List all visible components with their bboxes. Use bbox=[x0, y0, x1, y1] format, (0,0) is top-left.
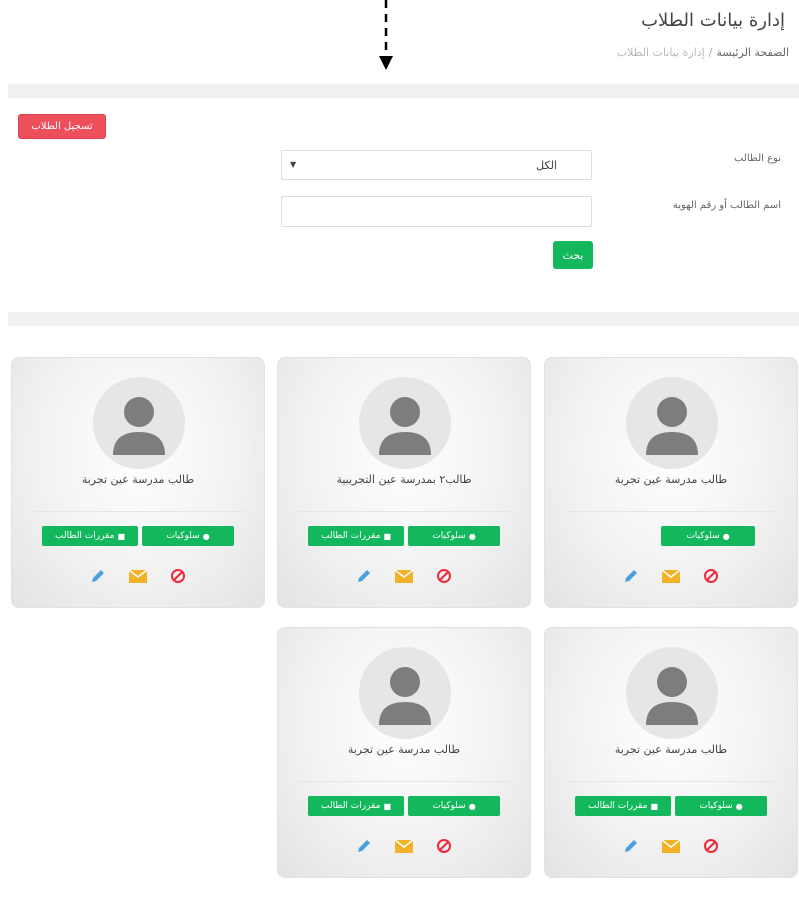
behaviors-label: سلوكيات bbox=[432, 531, 466, 541]
avatar-placeholder-icon bbox=[359, 377, 451, 469]
avatar-placeholder-icon bbox=[626, 377, 718, 469]
dashed-down-arrow-icon bbox=[379, 0, 393, 70]
student-card: طالب مدرسة عين تجربة ● سلوكيات bbox=[544, 357, 798, 608]
behaviors-label: سلوكيات bbox=[432, 801, 466, 811]
book-icon: ■ bbox=[383, 531, 392, 541]
pencil-icon[interactable] bbox=[355, 568, 373, 584]
envelope-icon[interactable] bbox=[662, 568, 680, 584]
breadcrumb: الصفحة الرئيسة / إدارة بيانات الطلاب bbox=[617, 46, 789, 59]
behaviors-label: سلوكيات bbox=[686, 531, 720, 541]
avatar-placeholder-icon bbox=[93, 377, 185, 469]
courses-label: مقررات الطالب bbox=[320, 801, 381, 811]
student-name: طالب مدرسة عين تجربة bbox=[614, 743, 728, 756]
student-name: طالب مدرسة عين تجربة bbox=[347, 743, 461, 756]
ban-icon[interactable] bbox=[435, 568, 453, 584]
book-icon: ■ bbox=[117, 531, 126, 541]
student-type-select[interactable]: الكل ▼ bbox=[281, 150, 592, 180]
student-type-value: الكل bbox=[536, 159, 557, 172]
behaviors-label: سلوكيات bbox=[166, 531, 200, 541]
card-actions bbox=[278, 568, 530, 584]
section-divider bbox=[8, 312, 799, 326]
envelope-icon[interactable] bbox=[662, 838, 680, 854]
user-icon: ● bbox=[722, 531, 730, 541]
envelope-icon[interactable] bbox=[395, 568, 413, 584]
behaviors-button[interactable]: ● سلوكيات bbox=[661, 526, 755, 546]
user-icon: ● bbox=[202, 531, 210, 541]
book-icon: ■ bbox=[650, 801, 659, 811]
student-courses-button[interactable]: ■ مقررات الطالب bbox=[308, 796, 404, 816]
user-icon: ● bbox=[468, 531, 476, 541]
student-courses-button[interactable]: ■ مقررات الطالب bbox=[308, 526, 404, 546]
student-card: طالب مدرسة عين تجربة ● سلوكيات ■ مقررات … bbox=[277, 627, 531, 878]
breadcrumb-home[interactable]: الصفحة الرئيسة bbox=[716, 46, 789, 59]
student-type-label: نوع الطالب bbox=[733, 153, 781, 164]
breadcrumb-separator: / bbox=[708, 46, 713, 59]
card-actions bbox=[545, 838, 797, 854]
user-icon: ● bbox=[468, 801, 476, 811]
student-name: طالب مدرسة عين تجربة bbox=[614, 473, 728, 486]
card-actions bbox=[278, 838, 530, 854]
page-title: إدارة بيانات الطلاب bbox=[641, 10, 785, 31]
user-icon: ● bbox=[735, 801, 743, 811]
behaviors-button[interactable]: ● سلوكيات bbox=[408, 526, 500, 546]
card-divider bbox=[565, 781, 777, 782]
breadcrumb-current: إدارة بيانات الطلاب bbox=[616, 46, 705, 59]
ban-icon[interactable] bbox=[702, 568, 720, 584]
courses-label: مقررات الطالب bbox=[54, 531, 115, 541]
card-divider bbox=[298, 511, 510, 512]
book-icon: ■ bbox=[383, 801, 392, 811]
search-button[interactable]: بحث bbox=[553, 241, 593, 269]
section-divider bbox=[8, 84, 799, 98]
student-name-label: اسم الطالب أو رقم الهوية bbox=[672, 200, 781, 211]
pencil-icon[interactable] bbox=[622, 838, 640, 854]
card-actions bbox=[545, 568, 797, 584]
student-card: طالب٢ بمدرسة عين التجريبية ● سلوكيات ■ م… bbox=[277, 357, 531, 608]
ban-icon[interactable] bbox=[435, 838, 453, 854]
student-name: طالب٢ بمدرسة عين التجريبية bbox=[336, 473, 472, 486]
avatar-placeholder-icon bbox=[359, 647, 451, 739]
card-actions bbox=[12, 568, 264, 584]
student-name: طالب مدرسة عين تجربة bbox=[81, 473, 195, 486]
behaviors-button[interactable]: ● سلوكيات bbox=[408, 796, 500, 816]
pencil-icon[interactable] bbox=[355, 838, 373, 854]
register-students-button[interactable]: تسجيل الطلاب bbox=[18, 114, 106, 139]
card-divider bbox=[298, 781, 510, 782]
caret-down-icon: ▼ bbox=[290, 160, 297, 169]
student-card: طالب مدرسة عين تجربة ● سلوكيات ■ مقررات … bbox=[544, 627, 798, 878]
behaviors-label: سلوكيات bbox=[699, 801, 733, 811]
student-card: طالب مدرسة عين تجربة ● سلوكيات ■ مقررات … bbox=[11, 357, 265, 608]
behaviors-button[interactable]: ● سلوكيات bbox=[675, 796, 767, 816]
avatar-placeholder-icon bbox=[626, 647, 718, 739]
ban-icon[interactable] bbox=[702, 838, 720, 854]
ban-icon[interactable] bbox=[169, 568, 187, 584]
student-courses-button[interactable]: ■ مقررات الطالب bbox=[575, 796, 671, 816]
card-divider bbox=[32, 511, 244, 512]
card-divider bbox=[565, 511, 777, 512]
envelope-icon[interactable] bbox=[129, 568, 147, 584]
student-name-input[interactable] bbox=[281, 196, 592, 227]
courses-label: مقررات الطالب bbox=[587, 801, 648, 811]
pencil-icon[interactable] bbox=[622, 568, 640, 584]
student-courses-button[interactable]: ■ مقررات الطالب bbox=[42, 526, 138, 546]
behaviors-button[interactable]: ● سلوكيات bbox=[142, 526, 234, 546]
courses-label: مقررات الطالب bbox=[320, 531, 381, 541]
pencil-icon[interactable] bbox=[89, 568, 107, 584]
envelope-icon[interactable] bbox=[395, 838, 413, 854]
